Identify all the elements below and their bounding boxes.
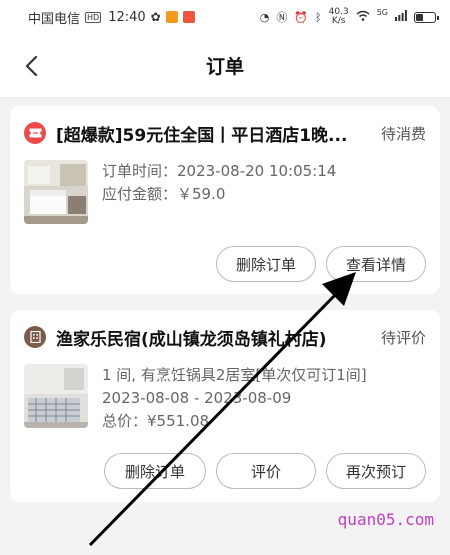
order-title[interactable]: [超爆款]59元住全国丨平日酒店1晚... [56, 121, 373, 146]
total-price: 总价：¥551.08 [102, 412, 210, 430]
back-button[interactable] [22, 54, 44, 78]
message-notification-icon [182, 11, 195, 23]
app-notification-icon [165, 11, 178, 23]
nfc-icon: Ⓝ [276, 11, 288, 24]
battery-level [416, 13, 423, 21]
leaf-icon: ✿ [150, 10, 161, 24]
status-bar: 中国电信 HD 12:40 ✿ ◔ Ⓝ ⏰ ᛒ 40.3 K/s 5G [0, 0, 450, 34]
signal-label: 5G [376, 8, 388, 17]
hotel-icon [24, 326, 46, 348]
network-speed-unit: K/s [331, 16, 346, 26]
gauge-icon: ◔ [259, 10, 270, 24]
room-description: 1 间, 有烹饪锅具2居室[单次仅可订1间] [102, 366, 367, 384]
signal-bars-icon [395, 10, 407, 24]
delete-order-button[interactable]: 删除订单 [216, 246, 316, 282]
hd-badge: HD [85, 11, 102, 23]
ticket-icon [24, 122, 46, 144]
alarm-icon: ⏰ [294, 10, 309, 24]
book-again-button[interactable]: 再次预订 [326, 453, 426, 489]
nav-bar: 订单 [0, 34, 450, 98]
order-status: 待消费 [380, 124, 426, 143]
watermark: quan05.com [337, 510, 434, 529]
clock: 12:40 [108, 9, 146, 25]
review-button[interactable]: 评价 [216, 453, 316, 489]
bluetooth-icon: ᛒ [315, 10, 322, 24]
stay-dates: 2023-08-08 - 2023-08-09 [102, 389, 292, 407]
order-status: 待评价 [380, 328, 426, 347]
order-amount: 应付金额：￥59.0 [102, 185, 226, 203]
homestay-room-thumbnail[interactable] [24, 364, 88, 428]
order-card[interactable]: 渔家乐民宿(成山镇龙须岛镇礼村店) 待评价 1 间, 有烹饪锅具2居室[单次仅可… [10, 310, 440, 502]
order-time: 订单时间：2023-08-20 10:05:14 [102, 162, 337, 180]
hotel-room-thumbnail[interactable] [24, 160, 88, 224]
view-details-button[interactable]: 查看详情 [326, 246, 426, 282]
chevron-left-icon [25, 55, 38, 77]
order-card[interactable]: [超爆款]59元住全国丨平日酒店1晚... 待消费 订单时间：2023-08-2… [10, 106, 440, 294]
wifi-icon [356, 10, 370, 24]
battery-icon [414, 11, 439, 23]
network-speed: 40.3 K/s [329, 8, 349, 26]
order-title[interactable]: 渔家乐民宿(成山镇龙须岛镇礼村店) [56, 325, 373, 350]
carrier-label: 中国电信 [28, 11, 81, 27]
delete-order-button[interactable]: 删除订单 [104, 453, 206, 489]
page-title: 订单 [205, 56, 244, 78]
